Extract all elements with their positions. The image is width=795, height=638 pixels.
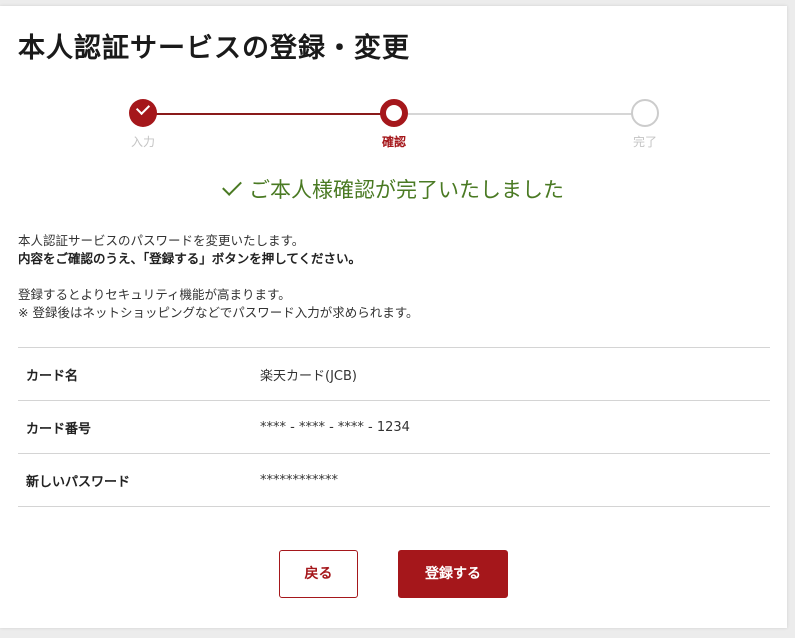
stepper-line-completed — [143, 113, 394, 115]
page-title: 本人認証サービスの登録・変更 — [18, 33, 410, 64]
new-password-label: 新しいパスワード — [18, 453, 260, 507]
registration-details-table: カード名 楽天カード(JCB) カード番号 **** - **** - ****… — [18, 347, 770, 507]
table-row: カード名 楽天カード(JCB) — [18, 347, 770, 401]
instruction-line-3: 登録するとよりセキュリティ機能が高まります。 — [18, 287, 291, 302]
verification-complete-message: ご本人様確認が完了いたしました — [0, 174, 787, 204]
table-row: カード番号 **** - **** - **** - 1234 — [18, 400, 770, 454]
step-done-circle — [129, 99, 157, 127]
success-check-icon — [222, 176, 242, 196]
instructions: 本人認証サービスのパスワードを変更いたします。 内容をご確認のうえ、「登録する」… — [18, 232, 418, 322]
step-confirm: 確認 — [364, 96, 424, 150]
new-password-value: ************ — [260, 453, 770, 507]
register-button[interactable]: 登録する — [398, 550, 508, 598]
step-input: 入力 — [113, 96, 173, 150]
card-name-value: 楽天カード(JCB) — [260, 347, 770, 401]
main-card: 本人認証サービスの登録・変更 入力 確認 完了 ご本人様確認が完了いたしました … — [0, 6, 787, 628]
stepper-line-pending — [394, 113, 645, 115]
instruction-line-4: ※ 登録後はネットショッピングなどでパスワード入力が求められます。 — [18, 305, 419, 320]
step-todo-circle — [631, 99, 659, 127]
back-button[interactable]: 戻る — [279, 550, 358, 598]
instruction-line-1: 本人認証サービスのパスワードを変更いたします。 — [18, 233, 305, 248]
instruction-line-2: 内容をご確認のうえ、「登録する」ボタンを押してください。 — [18, 251, 362, 266]
step-complete: 完了 — [615, 96, 675, 150]
verification-complete-text: ご本人様確認が完了いたしました — [249, 178, 564, 202]
check-icon — [135, 100, 151, 116]
card-name-label: カード名 — [18, 347, 260, 401]
step-label-input: 入力 — [130, 135, 155, 149]
step-current-circle — [380, 99, 408, 127]
step-label-confirm: 確認 — [381, 135, 406, 149]
card-number-value: **** - **** - **** - 1234 — [260, 400, 770, 454]
progress-stepper: 入力 確認 完了 — [0, 96, 787, 156]
card-number-label: カード番号 — [18, 400, 260, 454]
step-label-complete: 完了 — [632, 135, 657, 149]
table-row: 新しいパスワード ************ — [18, 453, 770, 507]
